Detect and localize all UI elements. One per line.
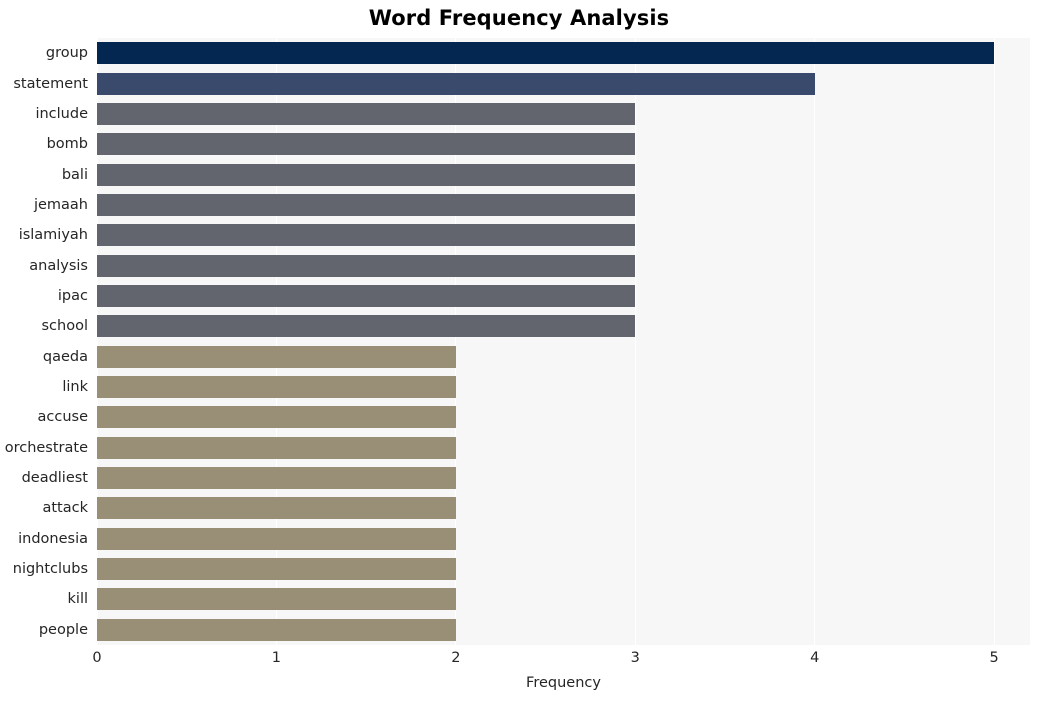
y-tick-label: statement [13, 75, 88, 92]
bar [97, 406, 456, 429]
bar [97, 315, 636, 338]
x-axis-label: Frequency [526, 675, 601, 691]
y-tick-label: analysis [29, 257, 88, 274]
y-tick-label: nightclubs [12, 561, 88, 578]
y-tick-label: accuse [37, 409, 89, 426]
bar [97, 376, 456, 399]
bar [97, 193, 636, 216]
y-tick-label: group [45, 45, 88, 62]
x-tick-label: 4 [810, 650, 820, 666]
bar [97, 588, 456, 611]
bar [97, 224, 636, 247]
gridline-x-4 [814, 38, 816, 645]
y-tick-label: link [62, 379, 88, 396]
gridline-x-3 [634, 38, 636, 645]
gridline-x-5 [993, 38, 995, 645]
bar [97, 284, 636, 307]
y-tick-label: school [41, 318, 89, 335]
bar [97, 618, 456, 641]
y-tick-label: bomb [46, 136, 88, 153]
gridline-x-1 [275, 38, 277, 645]
bar [97, 467, 456, 490]
y-tick-label: orchestrate [4, 439, 88, 456]
bar [97, 558, 456, 581]
y-tick-label: qaeda [42, 348, 88, 365]
y-axis-tick-labels: group statement include bomb bali jemaah islam… [0, 38, 93, 645]
y-tick-label: ipac [57, 287, 88, 304]
chart-title: Word Frequency Analysis [368, 6, 670, 30]
bar [97, 527, 456, 550]
y-tick-label: include [35, 105, 88, 122]
word-frequency-chart: Word Frequency Analysis group statement in… [0, 0, 1038, 701]
gridline-x-2 [455, 38, 457, 645]
y-tick-label: bali [61, 166, 88, 183]
gridline-x-0 [97, 38, 98, 645]
bar [97, 436, 456, 459]
y-tick-label: islamiyah [18, 227, 88, 244]
y-tick-label: indonesia [18, 530, 88, 547]
bar [97, 345, 456, 368]
bar [97, 133, 636, 156]
x-tick-label: 0 [92, 650, 102, 666]
bar [97, 72, 815, 95]
y-tick-label: jemaah [33, 196, 88, 213]
x-tick-label: 3 [630, 650, 640, 666]
y-tick-label: people [38, 621, 88, 638]
bar [97, 163, 636, 186]
y-tick-label: attack [42, 500, 88, 517]
bar [97, 497, 456, 520]
x-tick-label: 2 [451, 650, 461, 666]
bar [97, 254, 636, 277]
y-tick-label: deadliest [21, 470, 88, 487]
x-tick-label: 5 [989, 650, 999, 666]
bar [97, 102, 636, 125]
y-tick-label: kill [67, 591, 88, 608]
x-axis-tick-labels: 0 1 2 3 4 5 [92, 649, 1030, 671]
plot-area [97, 38, 1030, 645]
bar [97, 42, 995, 65]
x-tick-label: 1 [271, 650, 282, 666]
